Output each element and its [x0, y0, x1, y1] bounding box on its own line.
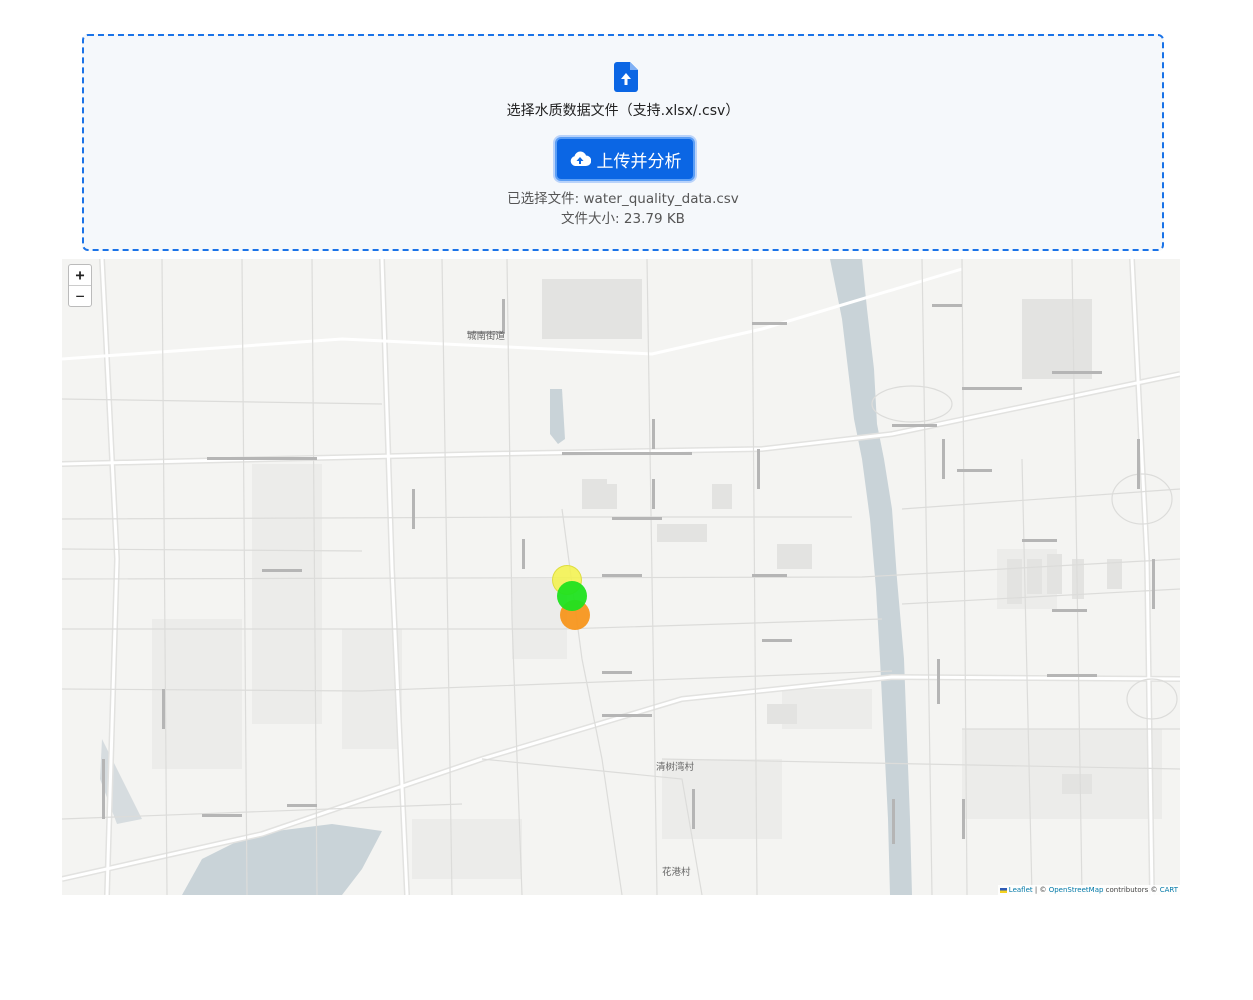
map-label-village-2: 花港村 [662, 867, 691, 878]
map-label-street: 城南街道 [467, 331, 506, 342]
attribution-sep: | © [1032, 886, 1049, 894]
zoom-control: + − [68, 264, 92, 307]
selected-file-text: 已选择文件: water_quality_data.csv [507, 191, 739, 207]
zoom-out-button[interactable]: − [69, 286, 91, 306]
zoom-in-button[interactable]: + [69, 265, 91, 286]
upload-analyze-button[interactable]: 上传并分析 [555, 137, 695, 181]
map[interactable]: 城南街道 清树湾村 花港村 + − Leaflet | © OpenStreet… [62, 259, 1180, 895]
leaflet-link[interactable]: Leaflet [1009, 886, 1033, 894]
osm-link[interactable]: OpenStreetMap [1049, 886, 1104, 894]
carto-link[interactable]: CART [1160, 886, 1178, 894]
file-size-text: 文件大小: 23.79 KB [561, 211, 685, 227]
upload-panel: 选择水质数据文件（支持.xlsx/.csv） 上传并分析 已选择文件: wate… [82, 34, 1164, 251]
map-tiles [62, 259, 1180, 895]
upload-button-label: 上传并分析 [596, 151, 682, 172]
sample-point-2[interactable] [557, 581, 587, 611]
flag-icon [999, 887, 1007, 893]
cloud-upload-icon [570, 151, 591, 166]
map-attribution: Leaflet | © OpenStreetMap contributors ©… [997, 885, 1180, 895]
file-upload-icon [614, 62, 638, 92]
map-label-village-1: 清树湾村 [656, 762, 695, 773]
attribution-contrib: contributors © [1103, 886, 1160, 894]
upload-prompt[interactable]: 选择水质数据文件（支持.xlsx/.csv） [84, 100, 1162, 120]
